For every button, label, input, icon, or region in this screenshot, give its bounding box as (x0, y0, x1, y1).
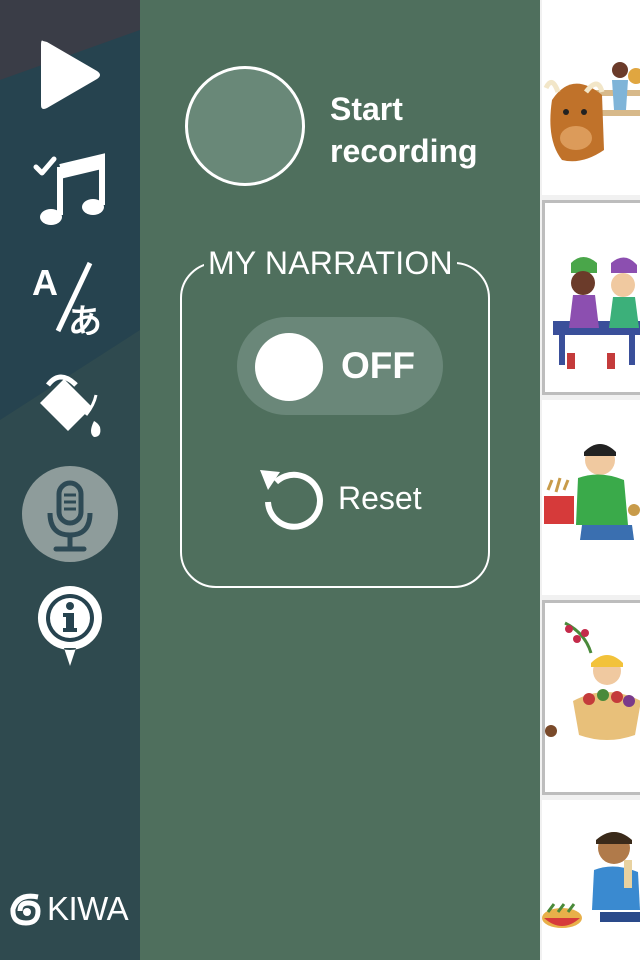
play-button[interactable] (20, 25, 120, 125)
toggle-state-label: OFF (341, 345, 415, 386)
page-thumbnail-5[interactable] (542, 800, 640, 960)
record-button[interactable] (185, 66, 305, 186)
girl-with-fruit-basket-illustration (545, 603, 640, 792)
paint-bucket-icon (40, 374, 101, 437)
reset-button[interactable]: Reset (256, 460, 422, 536)
svg-text:A: A (32, 262, 58, 303)
info-button[interactable] (20, 575, 120, 675)
reset-icon (260, 470, 323, 530)
boy-eating-illustration (542, 800, 640, 960)
two-girls-illustration (545, 203, 640, 392)
microphone-button[interactable] (20, 465, 120, 565)
recording-panel: Start recording MY NARRATION OFF Reset (140, 0, 540, 960)
microphone-icon (47, 480, 93, 552)
my-narration-box: MY NARRATION OFF Reset (180, 246, 490, 588)
paint-bucket-button[interactable] (20, 355, 120, 455)
narration-toggle[interactable]: OFF (237, 317, 443, 415)
sidebar: A あ KIWA (0, 0, 140, 960)
page-thumbnail-2[interactable] (542, 200, 640, 395)
logo-text: KIWA (47, 890, 129, 927)
boy-with-bucket-illustration (542, 400, 640, 595)
page-thumbnail-1[interactable] (542, 0, 640, 195)
translate-icon: A あ (32, 261, 102, 335)
page-thumbnail-strip (540, 0, 640, 960)
page-thumbnail-4[interactable] (542, 600, 640, 795)
translate-button[interactable]: A あ (20, 245, 120, 345)
reset-label: Reset (338, 479, 422, 516)
page-thumbnail-3[interactable] (542, 400, 640, 595)
toggle-knob[interactable] (255, 333, 323, 401)
bull-illustration (542, 0, 640, 195)
svg-text:あ: あ (68, 302, 102, 335)
kiwa-logo: KIWA (8, 887, 129, 931)
music-check-button[interactable] (20, 135, 120, 235)
my-narration-title: MY NARRATION (204, 246, 457, 280)
music-check-icon (33, 153, 105, 225)
info-icon (37, 586, 102, 666)
play-icon (41, 40, 100, 109)
kiwa-logo-icon (10, 893, 41, 926)
start-recording-label[interactable]: Start recording (330, 88, 520, 172)
